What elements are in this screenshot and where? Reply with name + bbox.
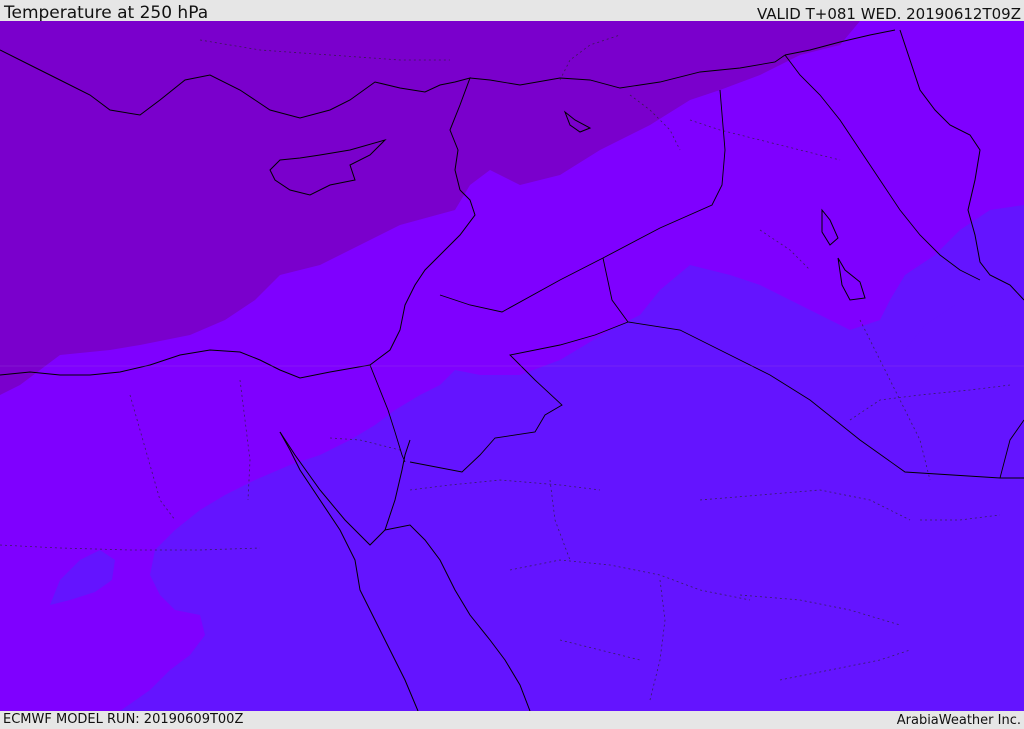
weather-map[interactable] (0, 21, 1024, 711)
map-canvas (0, 21, 1024, 711)
model-run-label: ECMWF MODEL RUN: 20190609T00Z (3, 712, 244, 727)
credit-label: ArabiaWeather Inc. (896, 713, 1021, 728)
map-title: Temperature at 250 hPa (4, 3, 209, 23)
